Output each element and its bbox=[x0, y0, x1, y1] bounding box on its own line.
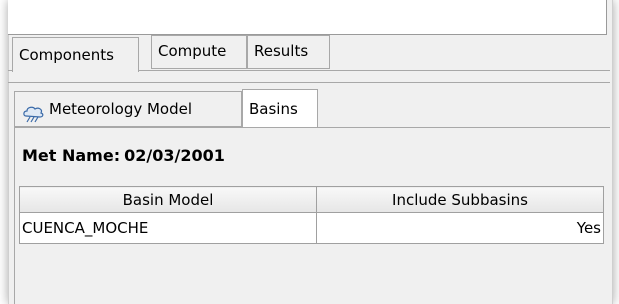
tab-basins[interactable]: Basins bbox=[242, 89, 318, 129]
tab-results[interactable]: Results bbox=[247, 35, 330, 69]
tab-results-label: Results bbox=[254, 42, 309, 60]
top-blank-area bbox=[8, 0, 607, 35]
met-name-value: 02/03/2001 bbox=[124, 146, 225, 165]
tab-compute-label: Compute bbox=[158, 42, 227, 60]
met-name-label: Met Name: bbox=[22, 146, 121, 165]
meteorology-icon bbox=[21, 101, 45, 122]
basins-panel: Met Name: 02/03/2001 Basin Model Include … bbox=[14, 127, 610, 304]
tab-compute[interactable]: Compute bbox=[151, 35, 247, 69]
column-header-include-subbasins[interactable]: Include Subbasins bbox=[316, 186, 604, 213]
table-header-row: Basin Model Include Subbasins bbox=[19, 186, 604, 213]
include-subbasins-cell[interactable]: Yes bbox=[316, 212, 604, 244]
section-divider bbox=[8, 82, 610, 83]
basins-table: Basin Model Include Subbasins CUENCA_MOC… bbox=[19, 186, 604, 244]
tab-components-label: Components bbox=[19, 46, 114, 64]
basin-model-cell[interactable]: CUENCA_MOCHE bbox=[19, 212, 317, 244]
column-header-basin-model[interactable]: Basin Model bbox=[19, 186, 317, 213]
tab-meteorology-model-label: Meteorology Model bbox=[49, 100, 193, 118]
met-name-heading: Met Name: 02/03/2001 bbox=[22, 146, 225, 165]
tab-meteorology-model[interactable]: Meteorology Model bbox=[14, 91, 242, 127]
tab-basins-label: Basins bbox=[249, 100, 298, 118]
table-row[interactable]: CUENCA_MOCHE Yes bbox=[19, 212, 604, 244]
tab-components[interactable]: Components bbox=[12, 37, 139, 72]
